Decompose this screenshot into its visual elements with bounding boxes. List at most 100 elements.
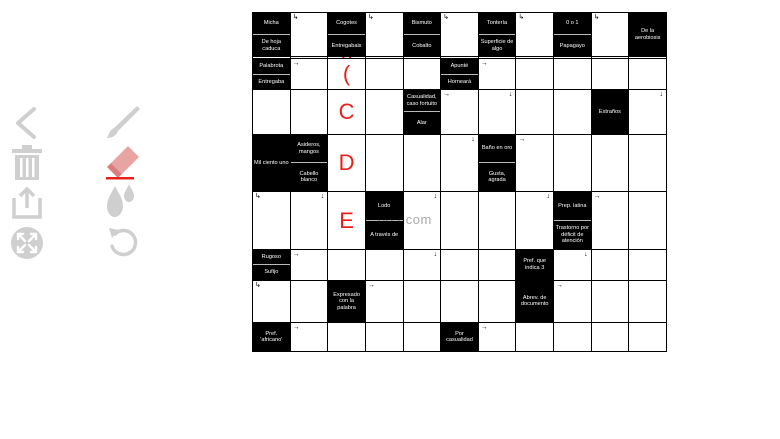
answer-cell[interactable]: ↓ bbox=[628, 89, 667, 135]
back-icon[interactable] bbox=[12, 106, 40, 140]
clue-cell: Asideros, mangos Cabello blanco bbox=[289, 133, 329, 193]
clue-text: Extraños bbox=[598, 108, 621, 115]
answer-cell[interactable] bbox=[628, 322, 667, 352]
answer-cell[interactable] bbox=[364, 133, 404, 193]
answer-cell[interactable]: → bbox=[289, 248, 329, 281]
answer-cell[interactable] bbox=[515, 58, 554, 91]
answer-cell[interactable] bbox=[628, 191, 667, 250]
clue-text: De la aerobiosis bbox=[634, 28, 661, 41]
right-arrow-icon: ↳ bbox=[255, 193, 261, 201]
answer-cell[interactable] bbox=[628, 279, 667, 324]
answer-cell[interactable]: ↓ bbox=[289, 191, 329, 250]
clue-cell: Casualidad, caso fortuito Alar bbox=[402, 89, 442, 135]
right-arrow-icon: → bbox=[480, 60, 488, 68]
answer-cell[interactable] bbox=[327, 322, 366, 352]
answer-cell[interactable]: ↳ bbox=[440, 11, 479, 58]
answer-cell[interactable]: → bbox=[590, 191, 630, 250]
answer-cell[interactable] bbox=[402, 322, 442, 352]
answer-cell[interactable]: → bbox=[553, 279, 592, 324]
answer-cell[interactable]: D bbox=[327, 133, 366, 193]
answer-cell[interactable] bbox=[590, 133, 630, 193]
clue-text: Micha bbox=[263, 20, 279, 27]
clue-text: Pref. que indica 3 bbox=[523, 258, 547, 271]
grid-row: C Casualidad, caso fortuito Alar → ↓ Extraños… bbox=[252, 89, 667, 135]
answer-cell[interactable] bbox=[289, 279, 329, 324]
grid-row: Rugoso Sufijo → ↓ Pref. que indica 3 ↓ bbox=[252, 248, 667, 281]
answer-cell[interactable] bbox=[628, 58, 667, 91]
answer-cell[interactable]: ↓ bbox=[440, 133, 479, 193]
clue-cell: Apunté Horneará bbox=[440, 58, 479, 91]
answer-cell[interactable] bbox=[402, 133, 442, 193]
answer-cell[interactable] bbox=[440, 191, 479, 250]
answer-cell[interactable] bbox=[364, 322, 404, 352]
answer-cell[interactable]: ↳ bbox=[364, 11, 404, 58]
answer-cell[interactable] bbox=[590, 322, 630, 352]
answer-cell[interactable] bbox=[440, 279, 479, 324]
answer-cell[interactable]: ↓ bbox=[515, 191, 554, 250]
answer-cell[interactable]: ( bbox=[327, 58, 366, 91]
answer-cell[interactable] bbox=[327, 248, 366, 281]
answer-cell[interactable] bbox=[628, 133, 667, 193]
right-arrow-icon: ↳ bbox=[593, 14, 600, 21]
clue-text: Cogotes bbox=[336, 20, 357, 27]
trash-icon[interactable] bbox=[10, 144, 44, 182]
answer-cell[interactable]: → bbox=[440, 89, 479, 135]
answer-cell[interactable] bbox=[477, 279, 517, 324]
answer-cell[interactable] bbox=[553, 89, 592, 135]
answer-cell[interactable] bbox=[402, 58, 442, 91]
clue-cell: Abrev. de documento bbox=[515, 279, 554, 324]
answer-cell[interactable] bbox=[364, 248, 404, 281]
answer-cell[interactable]: ↓ bbox=[477, 89, 517, 135]
answer-cell[interactable]: C bbox=[327, 89, 366, 135]
answer-cell[interactable]: ↳ bbox=[515, 11, 554, 58]
answer-cell[interactable]: E bbox=[327, 191, 366, 250]
eraser-icon[interactable] bbox=[104, 144, 142, 180]
answer-cell[interactable] bbox=[553, 58, 592, 91]
answer-cell[interactable]: → bbox=[477, 322, 517, 352]
clue-cell: De la aerobiosis bbox=[628, 11, 667, 58]
answer-cell[interactable] bbox=[590, 58, 630, 91]
answer-cell[interactable]: ↳ bbox=[289, 11, 329, 58]
answer-cell[interactable] bbox=[477, 191, 517, 250]
answer-cell[interactable]: → bbox=[364, 279, 404, 324]
clue-cell: Prep. latina Trastorno por déficit de ate… bbox=[553, 191, 592, 250]
answer-cell[interactable]: ↳ bbox=[590, 11, 630, 58]
clue-text: 0 o 1 bbox=[566, 20, 579, 27]
answer-cell[interactable]: → bbox=[477, 58, 517, 91]
answer-cell[interactable] bbox=[364, 89, 404, 135]
grid-row: Mil ciento uno Asideros, mangos Cabello bl… bbox=[252, 133, 667, 193]
clue-cell: Micha De hoja caduca bbox=[252, 11, 291, 58]
answer-cell[interactable] bbox=[289, 89, 329, 135]
answer-cell[interactable] bbox=[440, 248, 479, 281]
answer-cell[interactable]: ↓ bbox=[553, 248, 592, 281]
answer-cell[interactable]: ↳ bbox=[252, 279, 291, 324]
right-arrow-icon: → bbox=[556, 281, 563, 289]
answer-cell[interactable] bbox=[553, 133, 592, 193]
down-arrow-icon: ↓ bbox=[471, 135, 475, 143]
answer-cell[interactable] bbox=[515, 322, 554, 352]
handwritten-letter: E bbox=[339, 207, 354, 233]
answer-cell[interactable] bbox=[590, 279, 630, 324]
clue-cell: Pref. que indica 3 bbox=[515, 248, 554, 281]
answer-cell[interactable] bbox=[252, 89, 291, 135]
answer-cell[interactable]: → bbox=[515, 133, 554, 193]
answer-cell[interactable]: ↳ bbox=[252, 191, 291, 250]
answer-cell[interactable]: → bbox=[289, 58, 329, 91]
share-icon[interactable] bbox=[10, 186, 44, 220]
answer-cell[interactable]: → bbox=[289, 322, 329, 352]
answer-cell[interactable] bbox=[364, 58, 404, 91]
answer-cell[interactable] bbox=[628, 248, 667, 281]
answer-cell[interactable]: ↓ bbox=[402, 248, 442, 281]
clue-text: Por casualidad bbox=[446, 330, 473, 344]
clue-text: Pref. 'africano' bbox=[260, 330, 283, 344]
answer-cell[interactable] bbox=[553, 322, 592, 352]
pencil-icon[interactable] bbox=[104, 104, 142, 140]
fullscreen-icon[interactable] bbox=[10, 226, 44, 260]
answer-cell[interactable] bbox=[402, 279, 442, 324]
color-drops-icon[interactable] bbox=[104, 182, 140, 220]
clue-text: Expresado con la palabra bbox=[333, 291, 360, 311]
answer-cell[interactable] bbox=[590, 248, 630, 281]
undo-icon[interactable] bbox=[106, 224, 140, 260]
answer-cell[interactable] bbox=[515, 89, 554, 135]
answer-cell[interactable] bbox=[477, 248, 517, 281]
